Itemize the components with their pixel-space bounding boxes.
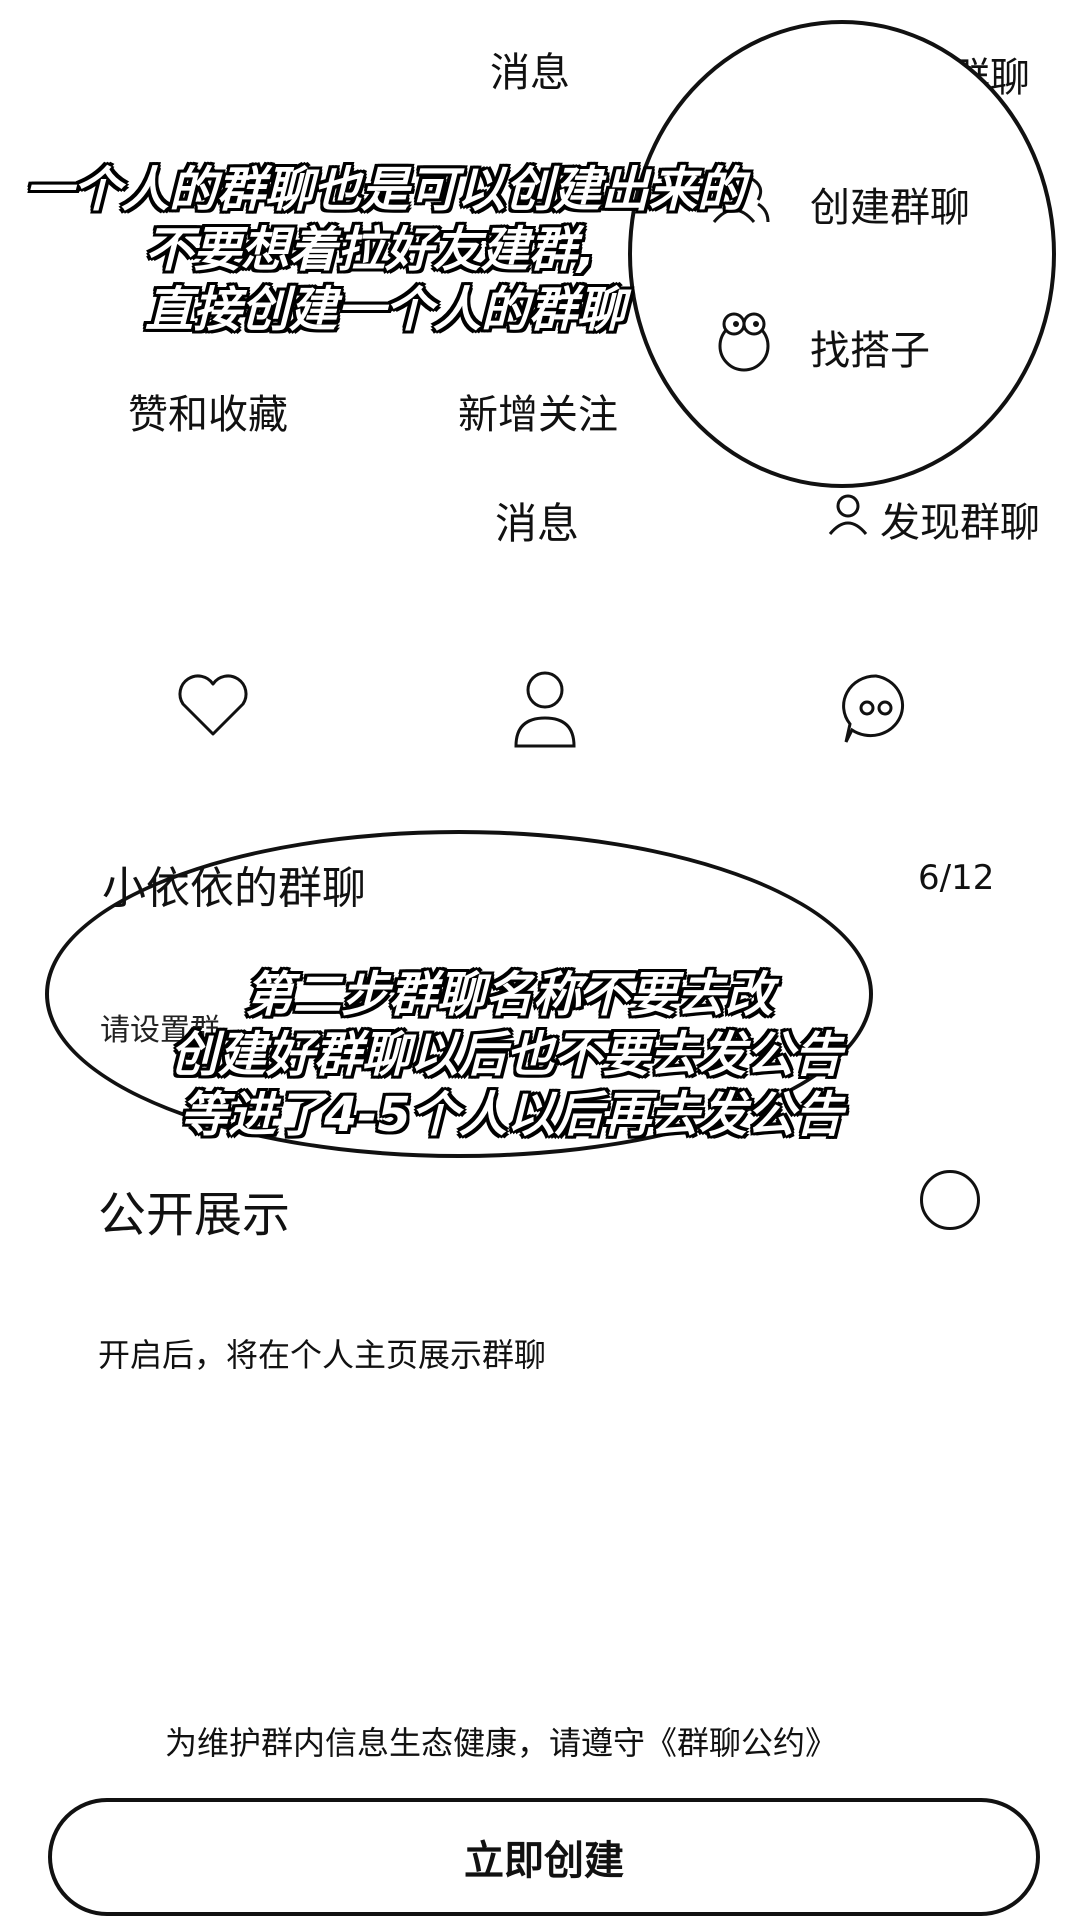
community-guidelines-notice[interactable]: 为维护群内信息生态健康，请遵守《群聊公约》 <box>165 1718 837 1764</box>
overlay-caption-line: 直接创建一个人的群聊 <box>145 282 626 338</box>
person-icon[interactable] <box>512 668 578 748</box>
page-title: 消息 <box>495 499 580 548</box>
chat-bubble-icon[interactable] <box>840 672 912 744</box>
create-now-button[interactable]: 立即创建 <box>48 1798 1040 1916</box>
public-display-label: 公开展示 <box>98 1187 291 1243</box>
create-now-button-label: 立即创建 <box>464 1838 624 1884</box>
public-display-description: 开启后，将在个人主页展示群聊 <box>98 1336 547 1374</box>
discover-group-link[interactable]: 发现群聊 <box>880 490 1040 548</box>
group-name-input[interactable]: 小依依的群聊 <box>102 852 366 916</box>
menu-item-create-group[interactable]: 创建群聊 <box>810 175 970 233</box>
page-title: 消息 <box>490 50 570 96</box>
menu-item-find-partner[interactable]: 找搭子 <box>810 318 930 376</box>
heart-icon[interactable] <box>175 670 251 740</box>
dropdown-menu <box>628 20 1056 488</box>
tab-new-followers[interactable]: 新增关注 <box>458 382 618 440</box>
overlay-caption-line: 等进了4-5个人以后再去发公告 <box>180 1087 843 1143</box>
tab-likes-and-favorites[interactable]: 赞和收藏 <box>128 382 288 440</box>
frog-icon <box>712 310 776 372</box>
public-display-toggle[interactable] <box>920 1170 980 1230</box>
group-name-counter: 6/12 <box>918 858 995 898</box>
person-icon <box>826 492 870 536</box>
